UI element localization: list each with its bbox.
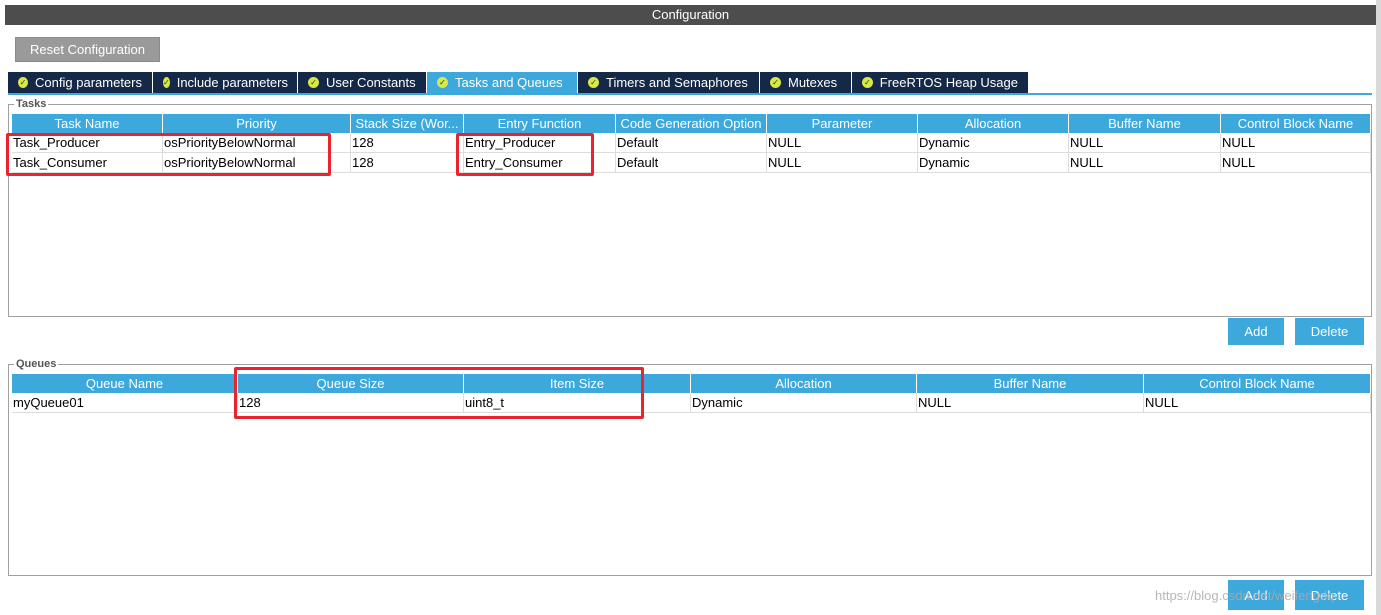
check-icon: ✓ [862, 77, 873, 88]
add-task-button[interactable]: Add [1228, 318, 1284, 345]
column-header[interactable]: Allocation [691, 374, 917, 393]
column-header[interactable]: Stack Size (Wor... [351, 114, 464, 133]
table-cell[interactable]: Dynamic [918, 153, 1069, 172]
tab-label: Tasks and Queues [455, 75, 563, 90]
check-icon: ✓ [18, 77, 29, 88]
table-cell[interactable]: Default [616, 133, 767, 152]
column-header[interactable]: Control Block Name [1144, 374, 1371, 393]
column-header[interactable]: Parameter [767, 114, 918, 133]
tab-include-parameters[interactable]: ✓ Include parameters [153, 72, 297, 93]
table-cell[interactable]: NULL [767, 153, 918, 172]
queues-table-header: Queue Name Queue Size Item Size Allocati… [12, 374, 1371, 393]
reset-configuration-button[interactable]: Reset Configuration [15, 37, 160, 62]
check-icon: ✓ [770, 77, 781, 88]
table-row[interactable]: myQueue01 128 uint8_t Dynamic NULL NULL [12, 393, 1371, 413]
tab-label: Config parameters [35, 75, 142, 90]
column-header[interactable]: Task Name [12, 114, 163, 133]
table-cell[interactable]: NULL [1144, 393, 1371, 412]
column-header[interactable]: Queue Name [12, 374, 238, 393]
window-edge [1376, 0, 1381, 615]
table-cell[interactable]: NULL [1069, 133, 1221, 152]
tab-user-constants[interactable]: ✓ User Constants [298, 72, 426, 93]
column-header[interactable]: Priority [163, 114, 351, 133]
table-cell[interactable]: NULL [1221, 153, 1371, 172]
window-title: Configuration [5, 5, 1376, 25]
tab-label: Timers and Semaphores [606, 75, 748, 90]
tasks-group-label: Tasks [14, 98, 49, 110]
table-cell[interactable]: NULL [1221, 133, 1371, 152]
highlight-box-entry-function [456, 133, 594, 176]
table-cell[interactable]: NULL [767, 133, 918, 152]
tab-timers-and-semaphores[interactable]: ✓ Timers and Semaphores [578, 72, 759, 93]
check-icon: ✓ [163, 77, 170, 88]
tab-label: Mutexes [788, 75, 838, 90]
table-cell[interactable]: 128 [351, 133, 464, 152]
check-icon: ✓ [588, 77, 599, 88]
queues-table: Queue Name Queue Size Item Size Allocati… [12, 374, 1371, 413]
tab-underline [8, 93, 1372, 95]
check-icon: ✓ [437, 77, 448, 88]
tab-label: User Constants [326, 75, 416, 90]
delete-task-button[interactable]: Delete [1295, 318, 1364, 345]
column-header[interactable]: Control Block Name [1221, 114, 1371, 133]
tab-config-parameters[interactable]: ✓ Config parameters [8, 72, 152, 93]
tab-mutexes[interactable]: ✓ Mutexes [760, 72, 851, 93]
highlight-box-task-name-priority [6, 133, 331, 176]
watermark-text: https://blog.csdn.net/weifengdq [1155, 588, 1335, 603]
queues-group: Queues Queue Name Queue Size Item Size A… [8, 358, 1372, 576]
table-cell[interactable]: NULL [917, 393, 1144, 412]
table-cell[interactable]: Dynamic [691, 393, 917, 412]
tab-label: Include parameters [176, 75, 288, 90]
tab-bar: ✓ Config parameters ✓ Include parameters… [8, 72, 1029, 93]
table-cell[interactable]: Dynamic [918, 133, 1069, 152]
tasks-table-header: Task Name Priority Stack Size (Wor... En… [12, 114, 1371, 133]
column-header[interactable]: Entry Function [464, 114, 616, 133]
table-cell[interactable]: myQueue01 [12, 393, 238, 412]
tab-label: FreeRTOS Heap Usage [879, 75, 1018, 90]
column-header[interactable]: Buffer Name [1069, 114, 1221, 133]
tab-tasks-and-queues[interactable]: ✓ Tasks and Queues [427, 72, 577, 93]
table-cell[interactable]: Default [616, 153, 767, 172]
table-cell[interactable]: NULL [1069, 153, 1221, 172]
column-header[interactable]: Code Generation Option [616, 114, 767, 133]
check-icon: ✓ [308, 77, 319, 88]
table-cell[interactable]: 128 [351, 153, 464, 172]
highlight-box-queue-size-item-size [234, 367, 644, 419]
column-header[interactable]: Allocation [918, 114, 1069, 133]
tab-freertos-heap-usage[interactable]: ✓ FreeRTOS Heap Usage [852, 72, 1028, 93]
queues-group-label: Queues [14, 358, 59, 370]
column-header[interactable]: Buffer Name [917, 374, 1144, 393]
